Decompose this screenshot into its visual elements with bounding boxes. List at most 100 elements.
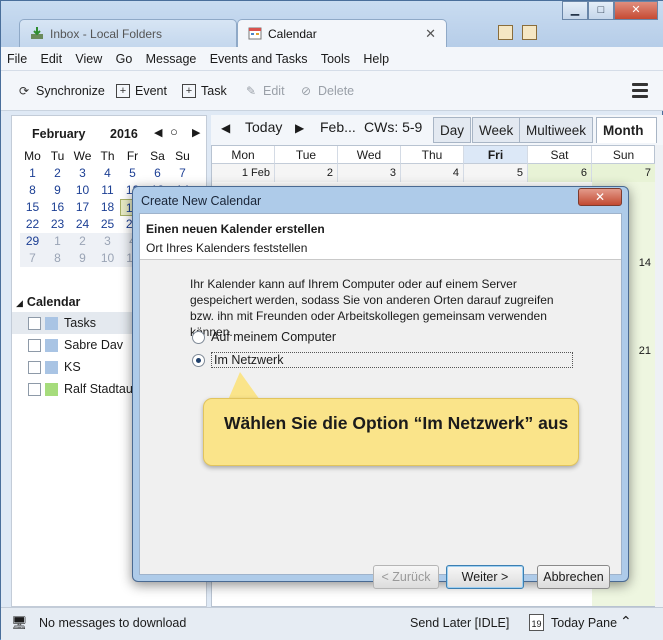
day-cell[interactable]: 4	[401, 164, 464, 182]
day-cell[interactable]: 6	[528, 164, 592, 182]
cancel-button[interactable]: Abbrechen	[537, 565, 610, 589]
minical-day[interactable]: 25	[95, 216, 120, 233]
minical-year[interactable]: 2016	[110, 127, 138, 141]
menu-edit[interactable]: Edit	[41, 52, 63, 66]
menu-message[interactable]: Message	[146, 52, 197, 66]
new-event-button[interactable]: + Event	[116, 84, 167, 98]
minimize-button[interactable]: ▁	[562, 1, 588, 20]
calendar-checkbox[interactable]	[28, 382, 41, 396]
back-button[interactable]: < Zurück	[373, 565, 439, 589]
minical-day[interactable]: 10	[70, 182, 95, 199]
minical-day[interactable]: 22	[20, 216, 45, 233]
dialog-subheading: Ort Ihres Kalenders feststellen	[146, 241, 308, 255]
minical-day[interactable]: 4	[95, 165, 120, 182]
dialog-body: Einen neuen Kalender erstellen Ort Ihres…	[139, 213, 622, 589]
close-window-button[interactable]: ✕	[614, 1, 658, 20]
day-cell[interactable]: 2	[275, 164, 338, 182]
minical-day[interactable]: 24	[70, 216, 95, 233]
minical-day[interactable]: 23	[45, 216, 70, 233]
tab-calendar[interactable]: Calendar ✕	[237, 19, 447, 47]
today-pane-calendar-icon[interactable]: 19	[529, 614, 544, 631]
minical-day[interactable]: 2	[45, 165, 70, 182]
radio-on-the-network[interactable]: Im Netzwerk	[192, 352, 573, 368]
app-menu-icon[interactable]	[632, 83, 648, 101]
dialog-title: Create New Calendar	[141, 194, 262, 208]
minical-month[interactable]: February	[32, 127, 86, 141]
calendar-name: Sabre Dav	[64, 338, 124, 352]
view-tab-week[interactable]: Week	[472, 117, 521, 143]
tab-calendar-label: Calendar	[268, 27, 317, 41]
minical-day[interactable]: 15	[20, 199, 45, 216]
calendar-checkbox[interactable]	[28, 338, 41, 352]
collapse-triangle-icon[interactable]: ◢	[16, 298, 23, 308]
instruction-callout: Wählen Sie die Option “Im Netzwerk” aus	[203, 398, 579, 466]
minical-day[interactable]: 8	[20, 182, 45, 199]
prev-month-icon[interactable]: ◀	[154, 126, 162, 139]
today-circle-icon[interactable]: ○	[170, 124, 178, 139]
day-cell[interactable]: 5	[464, 164, 528, 182]
menu-events-and-tasks[interactable]: Events and Tasks	[210, 52, 308, 66]
minical-day[interactable]: 6	[145, 165, 170, 182]
view-tab-multiweek[interactable]: Multiweek	[519, 117, 594, 143]
prev-period-icon[interactable]: ◀	[221, 121, 230, 135]
edit-button[interactable]: ✎ Edit	[244, 84, 285, 98]
minical-day[interactable]: 1	[45, 233, 70, 250]
radio-on-my-computer[interactable]: Auf meinem Computer	[192, 330, 336, 344]
task-mode-icon[interactable]	[522, 25, 538, 40]
minical-day[interactable]: 8	[45, 250, 70, 267]
dialog-close-button[interactable]: ✕	[578, 188, 622, 206]
minical-day[interactable]: 5	[120, 165, 145, 182]
radio-button[interactable]	[192, 330, 205, 344]
day-cell[interactable]: 1 Feb	[212, 164, 275, 182]
current-month-label: Feb...	[320, 119, 356, 135]
calendar-checkbox[interactable]	[28, 360, 41, 374]
minical-day[interactable]: 2	[70, 233, 95, 250]
calendar-name: Tasks	[64, 316, 96, 330]
calendar-mode-icon[interactable]	[498, 25, 513, 40]
day-cell[interactable]: 3	[338, 164, 401, 182]
calendar-color-swatch	[45, 316, 58, 330]
next-period-icon[interactable]: ▶	[295, 121, 304, 135]
menu-tools[interactable]: Tools	[321, 52, 350, 66]
menu-view[interactable]: View	[75, 52, 102, 66]
minical-day[interactable]: 18	[95, 199, 120, 216]
radio-label: Im Netzwerk	[211, 352, 573, 368]
minical-day[interactable]: 7	[170, 165, 195, 182]
day-cell[interactable]: 7	[592, 164, 655, 182]
close-tab-icon[interactable]: ✕	[425, 26, 436, 42]
status-bar: 🖥 No messages to download Send Later [ID…	[1, 607, 663, 640]
new-task-button[interactable]: + Task	[182, 84, 227, 98]
delete-button[interactable]: ⊘ Delete	[299, 84, 354, 98]
minical-day[interactable]: 17	[70, 199, 95, 216]
minical-day[interactable]: 1	[20, 165, 45, 182]
minical-day[interactable]: 7	[20, 250, 45, 267]
maximize-button[interactable]: □	[588, 1, 614, 20]
grid-scrollbar[interactable]	[655, 145, 663, 607]
today-button[interactable]: Today	[245, 119, 282, 135]
synchronize-label: Synchronize	[36, 84, 105, 98]
minical-day[interactable]: 3	[95, 233, 120, 250]
minical-day[interactable]: 9	[45, 182, 70, 199]
minical-day[interactable]: 11	[95, 182, 120, 199]
calendar-checkbox[interactable]	[28, 316, 41, 330]
view-tab-day[interactable]: Day	[433, 117, 472, 143]
minical-day[interactable]: 10	[95, 250, 120, 267]
tab-inbox[interactable]: Inbox - Local Folders	[19, 19, 237, 47]
menu-go[interactable]: Go	[116, 52, 133, 66]
minical-day[interactable]: 9	[70, 250, 95, 267]
chevron-up-icon[interactable]: ⌃	[620, 613, 632, 630]
minical-week: 1 2 3 4 5 6 7	[20, 165, 200, 182]
menu-file[interactable]: File	[7, 52, 27, 66]
tab-bar: Inbox - Local Folders Calendar ✕ ▁ □ ✕	[1, 1, 663, 47]
minical-day[interactable]: 16	[45, 199, 70, 216]
today-pane-toggle[interactable]: Today Pane	[551, 616, 617, 630]
next-button[interactable]: Weiter >	[446, 565, 524, 589]
menu-help[interactable]: Help	[363, 52, 389, 66]
next-month-icon[interactable]: ▶	[192, 126, 200, 139]
synchronize-button[interactable]: ⟳ Synchronize	[17, 84, 105, 98]
minical-day[interactable]: 29	[20, 233, 45, 250]
view-tab-month[interactable]: Month	[596, 117, 657, 143]
menu-bar: File Edit View Go Message Events and Tas…	[1, 47, 663, 71]
minical-day[interactable]: 3	[70, 165, 95, 182]
radio-button-selected[interactable]	[192, 353, 205, 367]
